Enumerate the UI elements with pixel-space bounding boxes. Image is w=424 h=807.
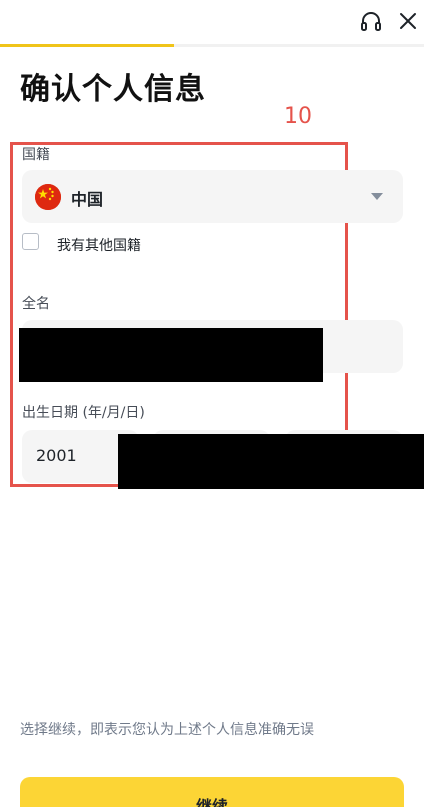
chevron-down-icon: [371, 193, 383, 200]
page-title: 确认个人信息: [20, 72, 206, 107]
headset-icon[interactable]: [360, 11, 382, 33]
redaction-block: [118, 434, 424, 489]
nationality-value: 中国: [71, 190, 104, 209]
close-icon[interactable]: [397, 10, 419, 32]
continue-button[interactable]: 继续: [20, 777, 404, 807]
progress-fill: [0, 44, 174, 47]
full-name-label: 全名: [22, 296, 50, 312]
dob-label: 出生日期 (年/月/日): [22, 405, 145, 421]
nationality-select[interactable]: 中国: [22, 170, 403, 223]
progress-bar: [0, 44, 424, 47]
annotation-number: 10: [284, 104, 312, 129]
continue-button-label: 继续: [20, 793, 404, 807]
redaction-block: [19, 328, 323, 382]
dob-year-value: 2001: [36, 446, 77, 465]
nationality-label: 国籍: [22, 147, 50, 163]
other-nationality-label: 我有其他国籍: [57, 238, 141, 254]
other-nationality-checkbox[interactable]: [22, 233, 39, 250]
top-bar: [0, 0, 424, 44]
china-flag-icon: [35, 184, 61, 210]
disclaimer-text: 选择继续，即表示您认为上述个人信息准确无误: [20, 722, 314, 738]
